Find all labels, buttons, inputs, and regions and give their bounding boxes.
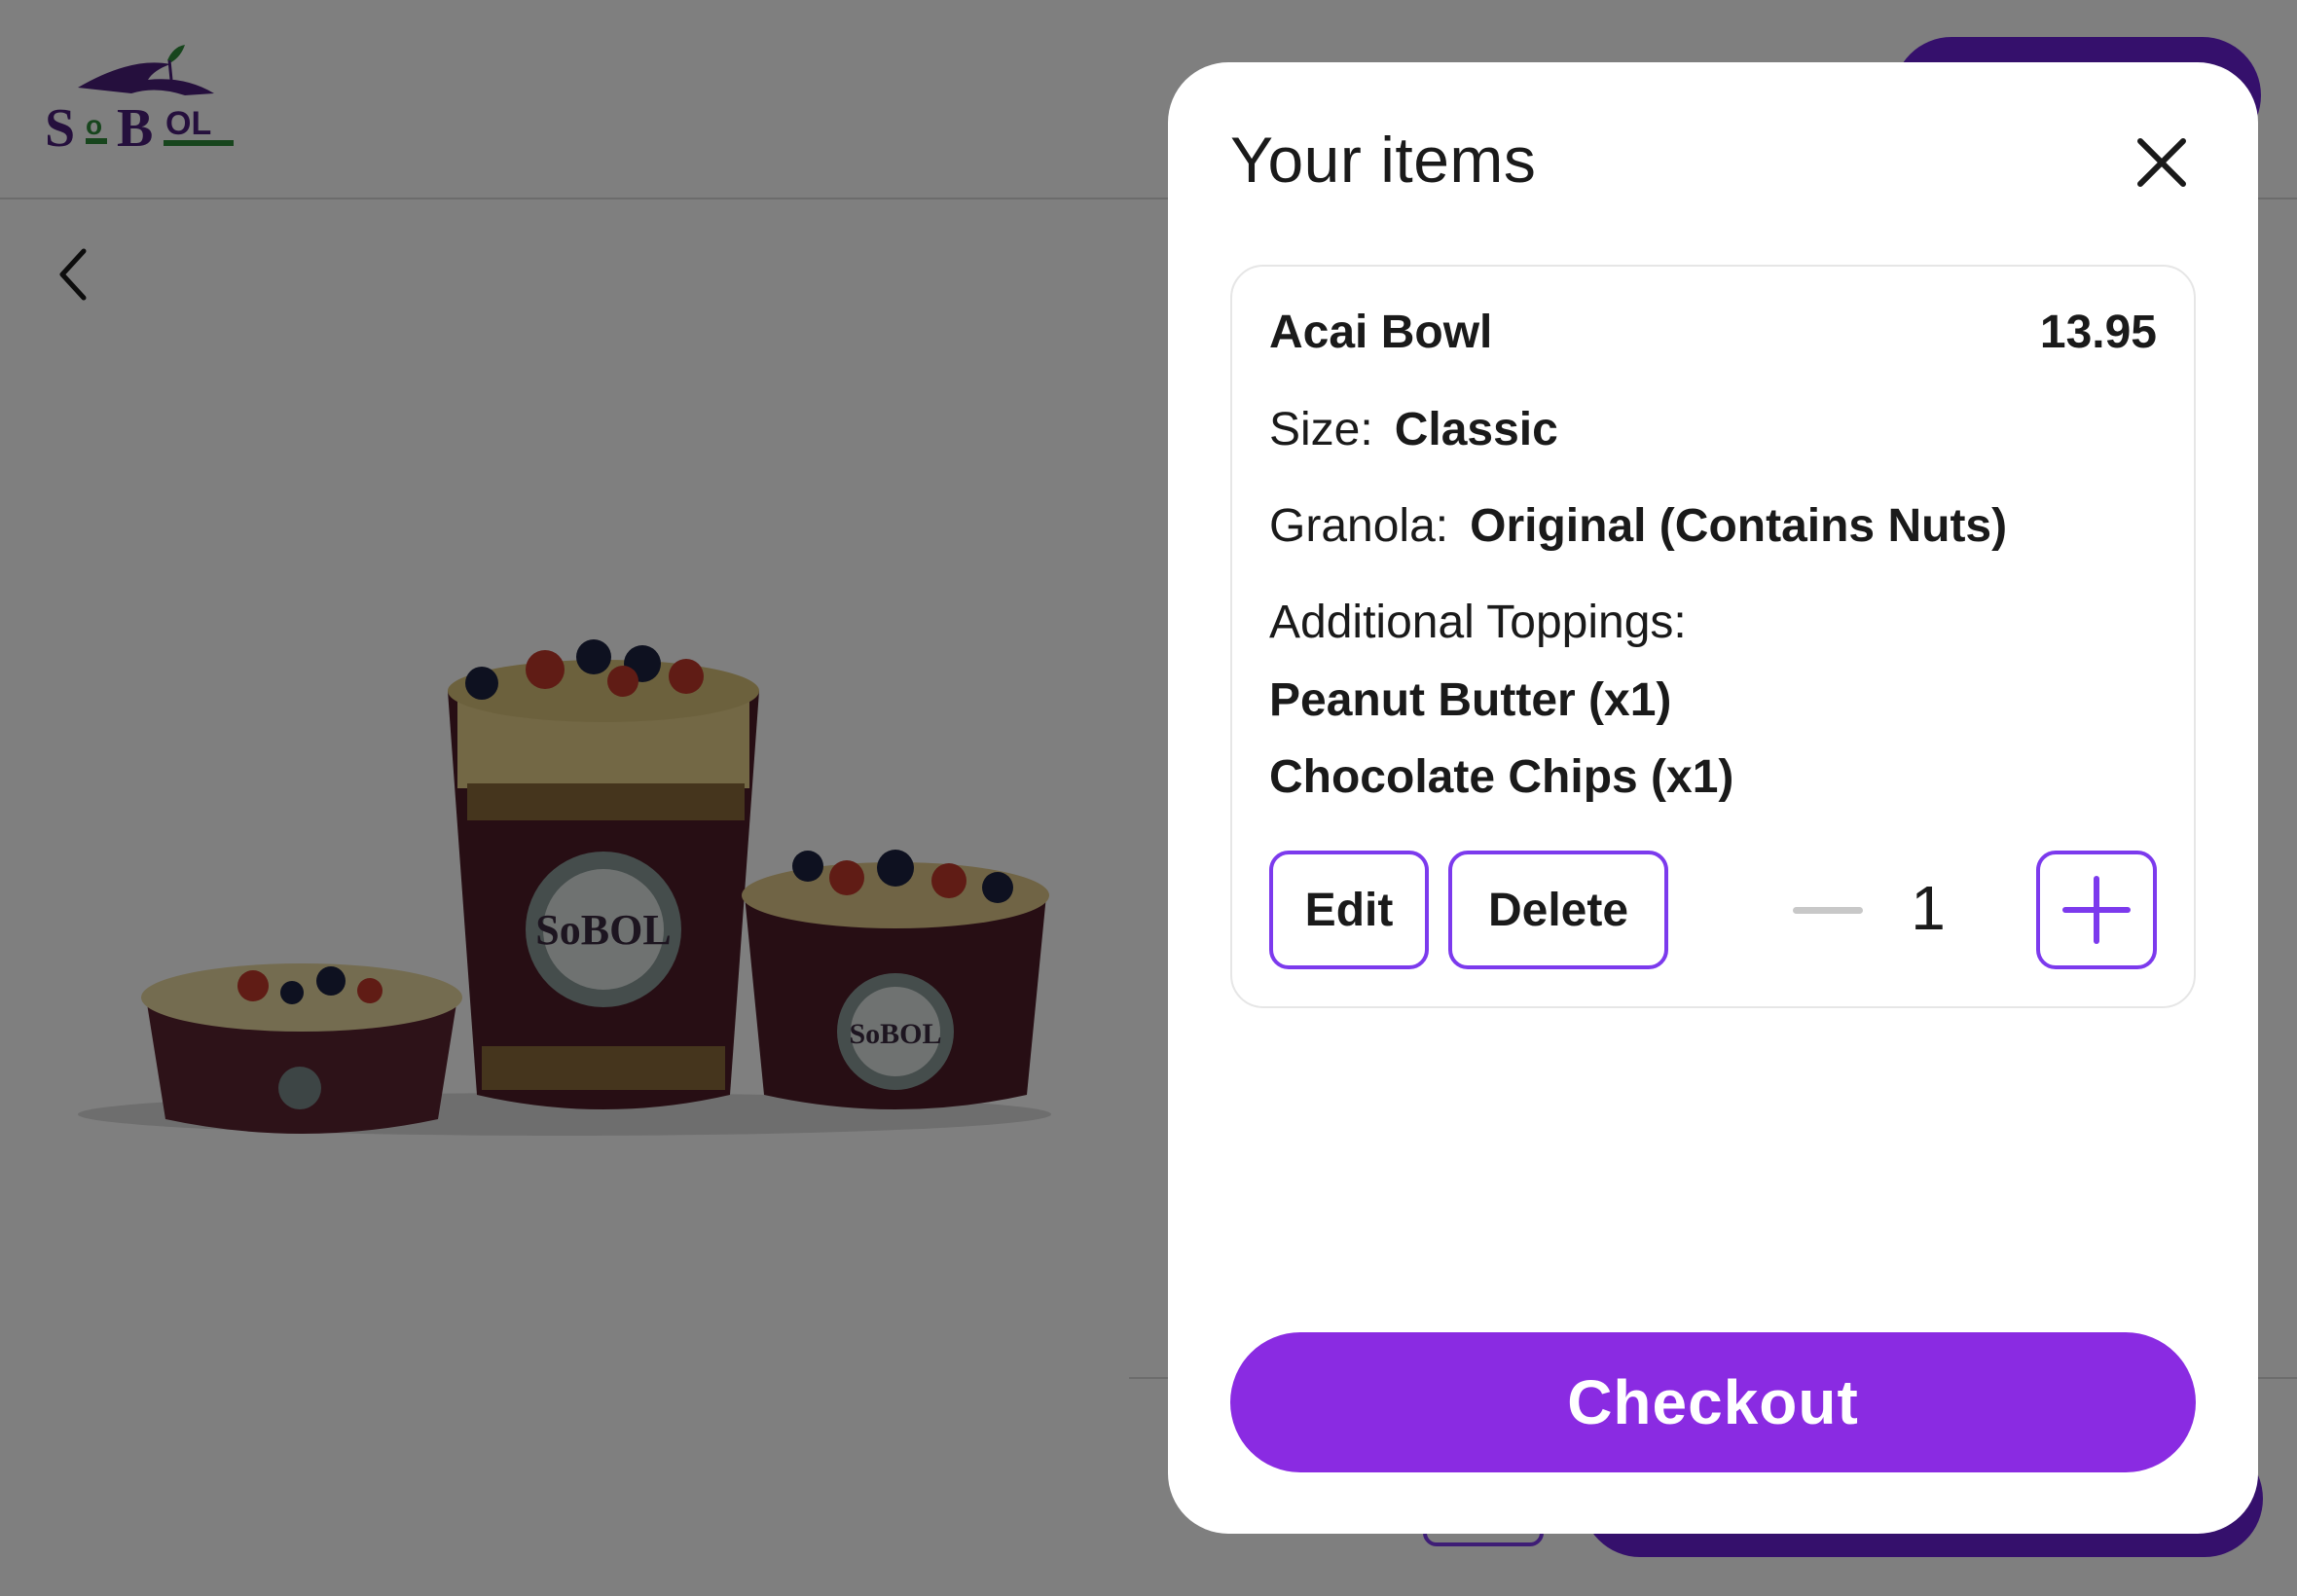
close-icon bbox=[2137, 138, 2186, 187]
decrease-quantity-button[interactable] bbox=[1793, 889, 1863, 932]
option-granola: Granola: Original (Contains Nuts) bbox=[1269, 499, 2007, 553]
option-size: Size: Classic bbox=[1269, 403, 1558, 456]
delete-button[interactable]: Delete bbox=[1448, 851, 1668, 969]
cart-modal: Your items Acai Bowl 13.95 Size: Classic … bbox=[1168, 62, 2258, 1534]
option-label: Size: bbox=[1269, 404, 1373, 455]
increase-quantity-button[interactable] bbox=[2036, 851, 2157, 969]
toppings-label: Additional Toppings: bbox=[1269, 597, 1687, 648]
topping-item: Chocolate Chips (x1) bbox=[1269, 751, 1734, 803]
cart-item-card: Acai Bowl 13.95 Size: Classic Granola: Ori… bbox=[1230, 265, 2196, 1008]
edit-button[interactable]: Edit bbox=[1269, 851, 1429, 969]
quantity-value: 1 bbox=[1911, 873, 1946, 943]
option-label: Granola: bbox=[1269, 500, 1449, 552]
modal-title: Your items bbox=[1230, 124, 1537, 196]
minus-icon bbox=[1793, 907, 1863, 914]
option-value: Original (Contains Nuts) bbox=[1470, 500, 2008, 552]
checkout-button[interactable]: Checkout bbox=[1230, 1332, 2196, 1472]
plus-icon bbox=[2062, 876, 2131, 944]
item-price: 13.95 bbox=[2039, 307, 2157, 358]
item-name: Acai Bowl bbox=[1269, 307, 1493, 358]
close-button[interactable] bbox=[2132, 132, 2192, 193]
option-value: Classic bbox=[1394, 404, 1558, 455]
topping-item: Peanut Butter (x1) bbox=[1269, 674, 1672, 726]
